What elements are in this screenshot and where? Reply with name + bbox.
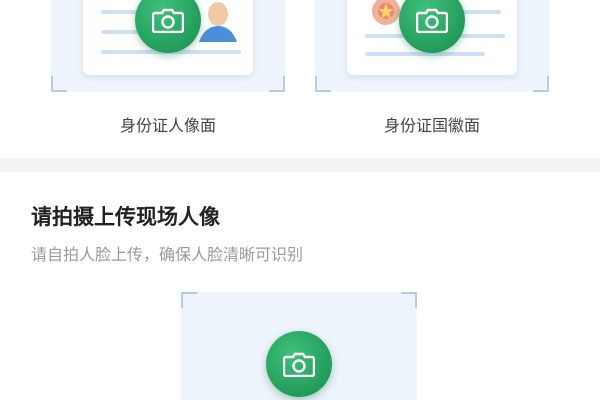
camera-icon: [152, 8, 184, 33]
card-text-line: [365, 52, 485, 56]
frame-corner: [401, 292, 417, 308]
id-upload-section: 身份证人像面 身份证国徽面: [0, 0, 600, 158]
portrait-icon: [199, 2, 237, 42]
camera-icon: [283, 352, 315, 377]
section-divider: [0, 158, 600, 172]
frame-corner: [533, 76, 549, 92]
frame-corner: [51, 76, 67, 92]
face-upload-area[interactable]: [181, 292, 417, 400]
id-front-caption: 身份证人像面: [119, 116, 216, 135]
national-emblem-icon: [372, 0, 400, 25]
face-section-subtitle: 请自拍人脸上传，确保人脸清晰可识别: [31, 245, 304, 264]
camera-icon: [416, 8, 448, 33]
id-back-upload-area[interactable]: [315, 0, 549, 92]
frame-corner: [315, 76, 331, 92]
frame-corner: [181, 292, 197, 308]
face-camera-button[interactable]: [266, 331, 332, 397]
face-section-title: 请拍摄上传现场人像: [31, 205, 220, 229]
frame-corner: [269, 76, 285, 92]
id-front-upload-area[interactable]: [51, 0, 285, 92]
id-back-caption: 身份证国徽面: [383, 116, 480, 135]
